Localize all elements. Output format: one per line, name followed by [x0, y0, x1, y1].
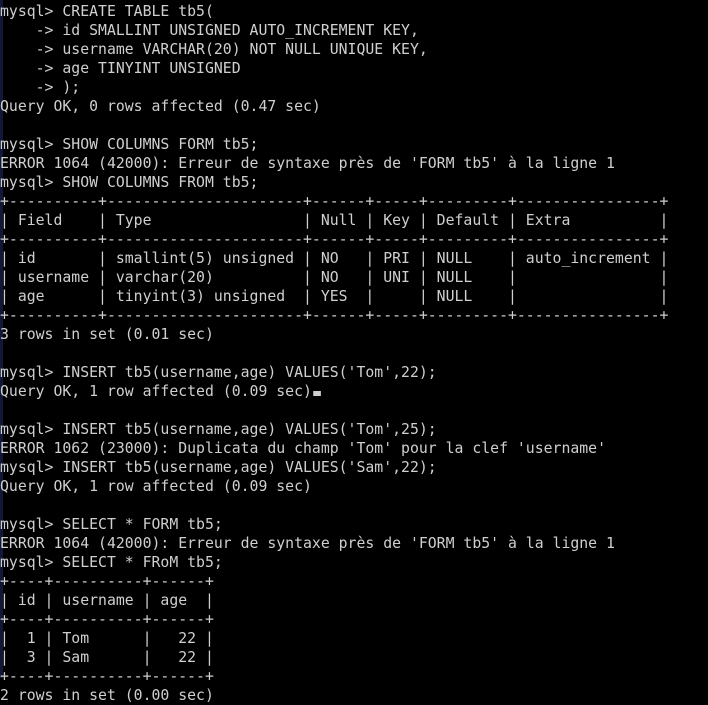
terminal-line: mysql> SELECT * FRoM tb5; [0, 553, 223, 571]
terminal-line: -> id SMALLINT UNSIGNED AUTO_INCREMENT K… [0, 21, 419, 39]
terminal-line: -> username VARCHAR(20) NOT NULL UNIQUE … [0, 40, 428, 58]
terminal-line: Query OK, 1 row affected (0.09 sec) [0, 382, 676, 401]
terminal-line: | Field | Type | Null | Key | Default | … [0, 211, 669, 229]
terminal-line: | 3 | Sam | 22 | [0, 648, 214, 666]
terminal-line: 2 rows in set (0.00 sec) [0, 686, 214, 704]
terminal-line: | age | tinyint(3) unsigned | YES | | NU… [0, 287, 669, 305]
terminal-line: mysql> SELECT * FORM tb5; [0, 515, 223, 533]
terminal-window[interactable]: mysql> CREATE TABLE tb5( -> id SMALLINT … [0, 0, 708, 704]
terminal-line: | username | varchar(20) | NO | UNI | NU… [0, 268, 669, 286]
terminal-line: +----------+----------------------+-----… [0, 306, 669, 324]
terminal-line: | id | smallint(5) unsigned | NO | PRI |… [0, 249, 669, 267]
terminal-line: +----+----------+------+ [0, 667, 214, 685]
terminal-line: | id | username | age | [0, 591, 214, 609]
terminal-line: mysql> CREATE TABLE tb5( [0, 2, 214, 20]
terminal-line: mysql> INSERT tb5(username,age) VALUES('… [0, 363, 437, 381]
terminal-line: ERROR 1064 (42000): Erreur de syntaxe pr… [0, 154, 615, 172]
terminal-line: mysql> SHOW COLUMNS FROM tb5; [0, 173, 259, 191]
terminal-line: +----------+----------------------+-----… [0, 230, 669, 248]
terminal-line: mysql> INSERT tb5(username,age) VALUES('… [0, 458, 437, 476]
terminal-line: +----+----------+------+ [0, 610, 214, 628]
terminal-screen[interactable]: mysql> CREATE TABLE tb5( -> id SMALLINT … [0, 0, 708, 705]
terminal-line: ERROR 1064 (42000): Erreur de syntaxe pr… [0, 534, 615, 552]
terminal-line: +----------+----------------------+-----… [0, 192, 669, 210]
terminal-line: mysql> SHOW COLUMNS FORM tb5; [0, 135, 259, 153]
terminal-line: 3 rows in set (0.01 sec) [0, 325, 214, 343]
text-cursor [312, 391, 321, 396]
terminal-line: +----+----------+------+ [0, 572, 214, 590]
terminal-line: Query OK, 1 row affected (0.09 sec) [0, 477, 312, 495]
terminal-line: -> age TINYINT UNSIGNED [0, 59, 241, 77]
terminal-line: -> ); [0, 78, 81, 96]
terminal-line: mysql> INSERT tb5(username,age) VALUES('… [0, 420, 437, 438]
terminal-line: | 1 | Tom | 22 | [0, 629, 214, 647]
terminal-line: Query OK, 0 rows affected (0.47 sec) [0, 97, 321, 115]
terminal-line: ERROR 1062 (23000): Duplicata du champ '… [0, 439, 607, 457]
